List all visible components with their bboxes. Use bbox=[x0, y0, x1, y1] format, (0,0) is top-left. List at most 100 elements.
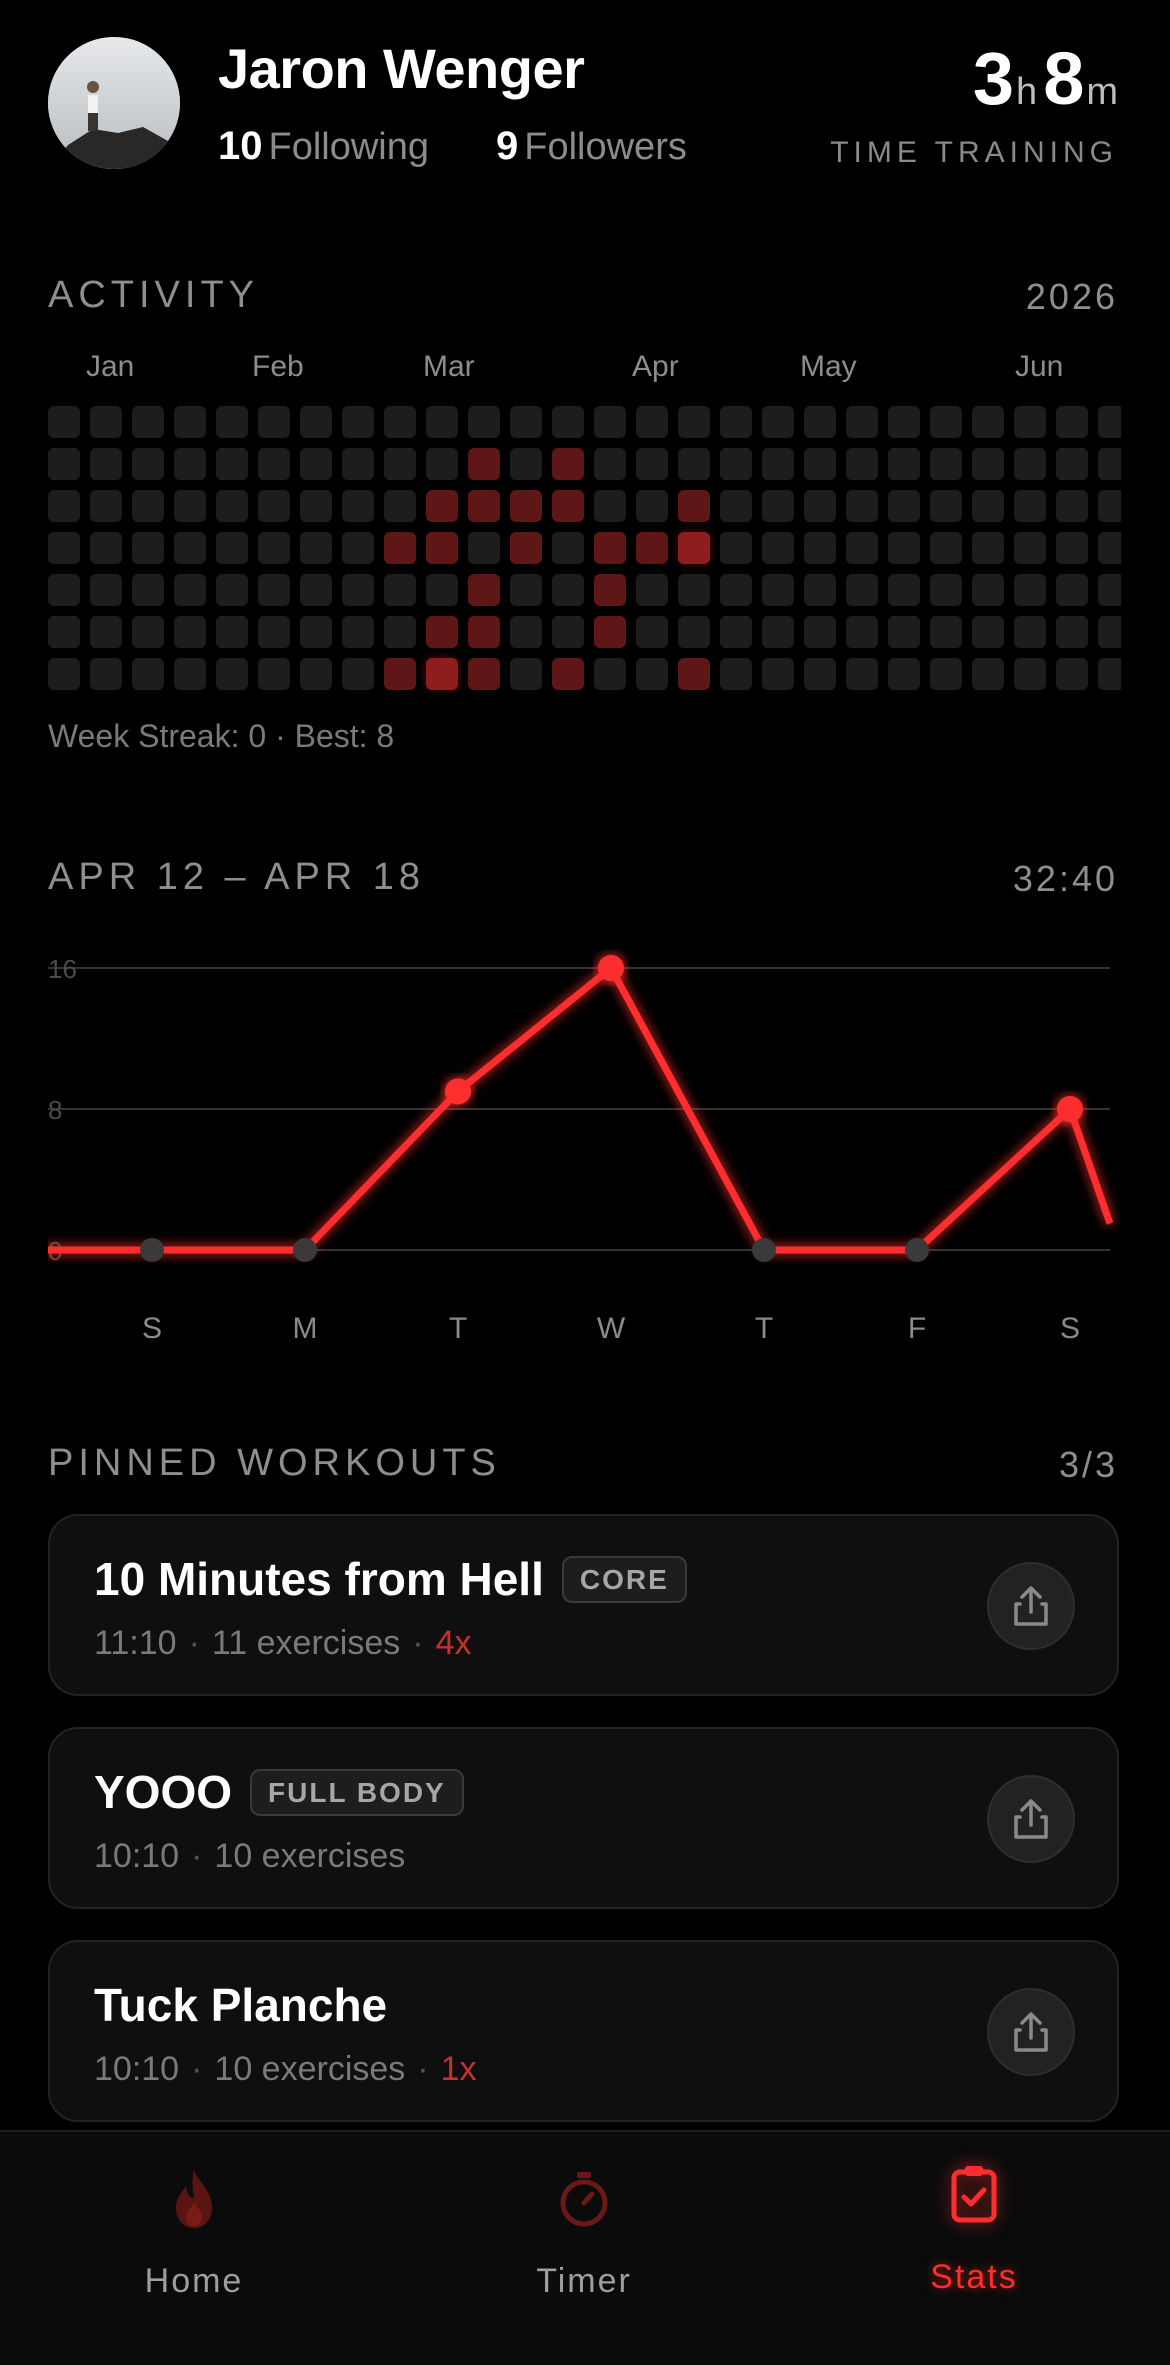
time-minutes: 8 bbox=[1043, 37, 1085, 120]
data-point bbox=[140, 1238, 164, 1262]
activity-cell bbox=[1098, 574, 1121, 606]
activity-cell bbox=[636, 490, 668, 522]
activity-cell-active bbox=[426, 658, 458, 690]
pinned-workout-card[interactable]: Tuck Planche 10:10 · 10 exercises · 1x bbox=[48, 1940, 1119, 2122]
activity-cell bbox=[804, 406, 836, 438]
workout-tag: FULL BODY bbox=[250, 1768, 464, 1816]
activity-cell bbox=[1098, 448, 1121, 480]
activity-cell-active bbox=[468, 448, 500, 480]
activity-cell bbox=[846, 490, 878, 522]
activity-cell bbox=[132, 574, 164, 606]
activity-cell bbox=[930, 658, 962, 690]
activity-cell bbox=[1056, 406, 1088, 438]
activity-cell bbox=[510, 616, 542, 648]
activity-cell bbox=[174, 658, 206, 690]
activity-cell-active bbox=[468, 616, 500, 648]
activity-cell bbox=[1056, 658, 1088, 690]
y-tick-label: 16 bbox=[48, 954, 77, 984]
activity-cell bbox=[1014, 448, 1046, 480]
activity-cell bbox=[216, 490, 248, 522]
activity-cell bbox=[972, 490, 1004, 522]
data-point bbox=[293, 1238, 317, 1262]
activity-cell bbox=[804, 616, 836, 648]
activity-cell bbox=[384, 574, 416, 606]
activity-cell bbox=[636, 448, 668, 480]
activity-cell bbox=[1014, 616, 1046, 648]
followers-link[interactable]: 9 Followers bbox=[496, 124, 687, 169]
pinned-workout-card[interactable]: 10 Minutes from Hell CORE 11:10 · 11 exerc… bbox=[48, 1514, 1119, 1696]
activity-cell bbox=[720, 406, 752, 438]
activity-cell bbox=[384, 448, 416, 480]
activity-cell-active bbox=[468, 490, 500, 522]
activity-cell bbox=[762, 532, 794, 564]
activity-cell bbox=[888, 406, 920, 438]
activity-cell bbox=[258, 574, 290, 606]
activity-cell bbox=[762, 448, 794, 480]
activity-cell bbox=[426, 406, 458, 438]
activity-cell bbox=[90, 532, 122, 564]
activity-cell bbox=[258, 490, 290, 522]
activity-cell bbox=[48, 448, 80, 480]
share-button[interactable] bbox=[987, 1775, 1075, 1863]
weekly-line-chart: 0816S M T W T F S bbox=[48, 954, 1114, 1345]
activity-cell bbox=[678, 616, 710, 648]
activity-cell-active bbox=[426, 532, 458, 564]
activity-cell bbox=[384, 616, 416, 648]
activity-cell bbox=[1056, 532, 1088, 564]
activity-cell bbox=[720, 658, 752, 690]
activity-cell bbox=[510, 406, 542, 438]
activity-cell bbox=[48, 658, 80, 690]
y-tick-label: 8 bbox=[48, 1095, 62, 1125]
activity-cell bbox=[888, 532, 920, 564]
activity-cell bbox=[1056, 448, 1088, 480]
workout-duration: 10:10 bbox=[94, 1837, 180, 1875]
activity-cell bbox=[216, 406, 248, 438]
flame-icon bbox=[176, 2170, 212, 2228]
share-icon bbox=[1014, 1799, 1048, 1839]
activity-cell bbox=[300, 532, 332, 564]
activity-cell bbox=[174, 532, 206, 564]
activity-cell bbox=[888, 616, 920, 648]
separator: · bbox=[191, 2050, 203, 2088]
activity-cell bbox=[846, 574, 878, 606]
workout-exercises: 11 exercises bbox=[211, 1624, 401, 1662]
workout-title-row: Tuck Planche bbox=[94, 1978, 387, 2032]
share-button[interactable] bbox=[987, 1988, 1075, 2076]
avatar[interactable] bbox=[48, 37, 180, 169]
time-training-label: TIME TRAINING bbox=[830, 136, 1118, 169]
activity-cell bbox=[342, 532, 374, 564]
share-button[interactable] bbox=[987, 1562, 1075, 1650]
clipboard-check-icon bbox=[951, 2166, 997, 2223]
activity-cell bbox=[846, 406, 878, 438]
activity-cell bbox=[342, 406, 374, 438]
activity-cell bbox=[1098, 532, 1121, 564]
activity-cell bbox=[762, 616, 794, 648]
activity-cell bbox=[636, 574, 668, 606]
workout-duration: 11:10 bbox=[94, 1624, 177, 1662]
activity-cell bbox=[804, 532, 836, 564]
time-hours-unit: h bbox=[1016, 71, 1038, 113]
week-total-time: 32:40 bbox=[1012, 858, 1118, 899]
month-label: Feb bbox=[252, 350, 304, 383]
activity-cell bbox=[804, 448, 836, 480]
activity-cell bbox=[846, 616, 878, 648]
following-link[interactable]: 10 Following bbox=[218, 124, 429, 169]
month-label: May bbox=[800, 350, 857, 383]
activity-cell bbox=[930, 448, 962, 480]
activity-cell bbox=[132, 406, 164, 438]
activity-cell bbox=[1014, 490, 1046, 522]
activity-cell bbox=[846, 532, 878, 564]
activity-cell bbox=[258, 616, 290, 648]
month-label: Jun bbox=[1015, 350, 1064, 383]
stopwatch-icon bbox=[560, 2172, 608, 2227]
activity-cell bbox=[552, 616, 584, 648]
activity-cell-active bbox=[594, 532, 626, 564]
activity-cell bbox=[972, 448, 1004, 480]
workout-meta: 10:10 · 10 exercises · 1x bbox=[94, 2050, 477, 2089]
activity-cell bbox=[636, 616, 668, 648]
activity-cell bbox=[174, 574, 206, 606]
pinned-workout-card[interactable]: YOOO FULL BODY 10:10 · 10 exercises bbox=[48, 1727, 1119, 1909]
activity-cell bbox=[1056, 490, 1088, 522]
activity-cell bbox=[888, 448, 920, 480]
activity-cell bbox=[930, 490, 962, 522]
